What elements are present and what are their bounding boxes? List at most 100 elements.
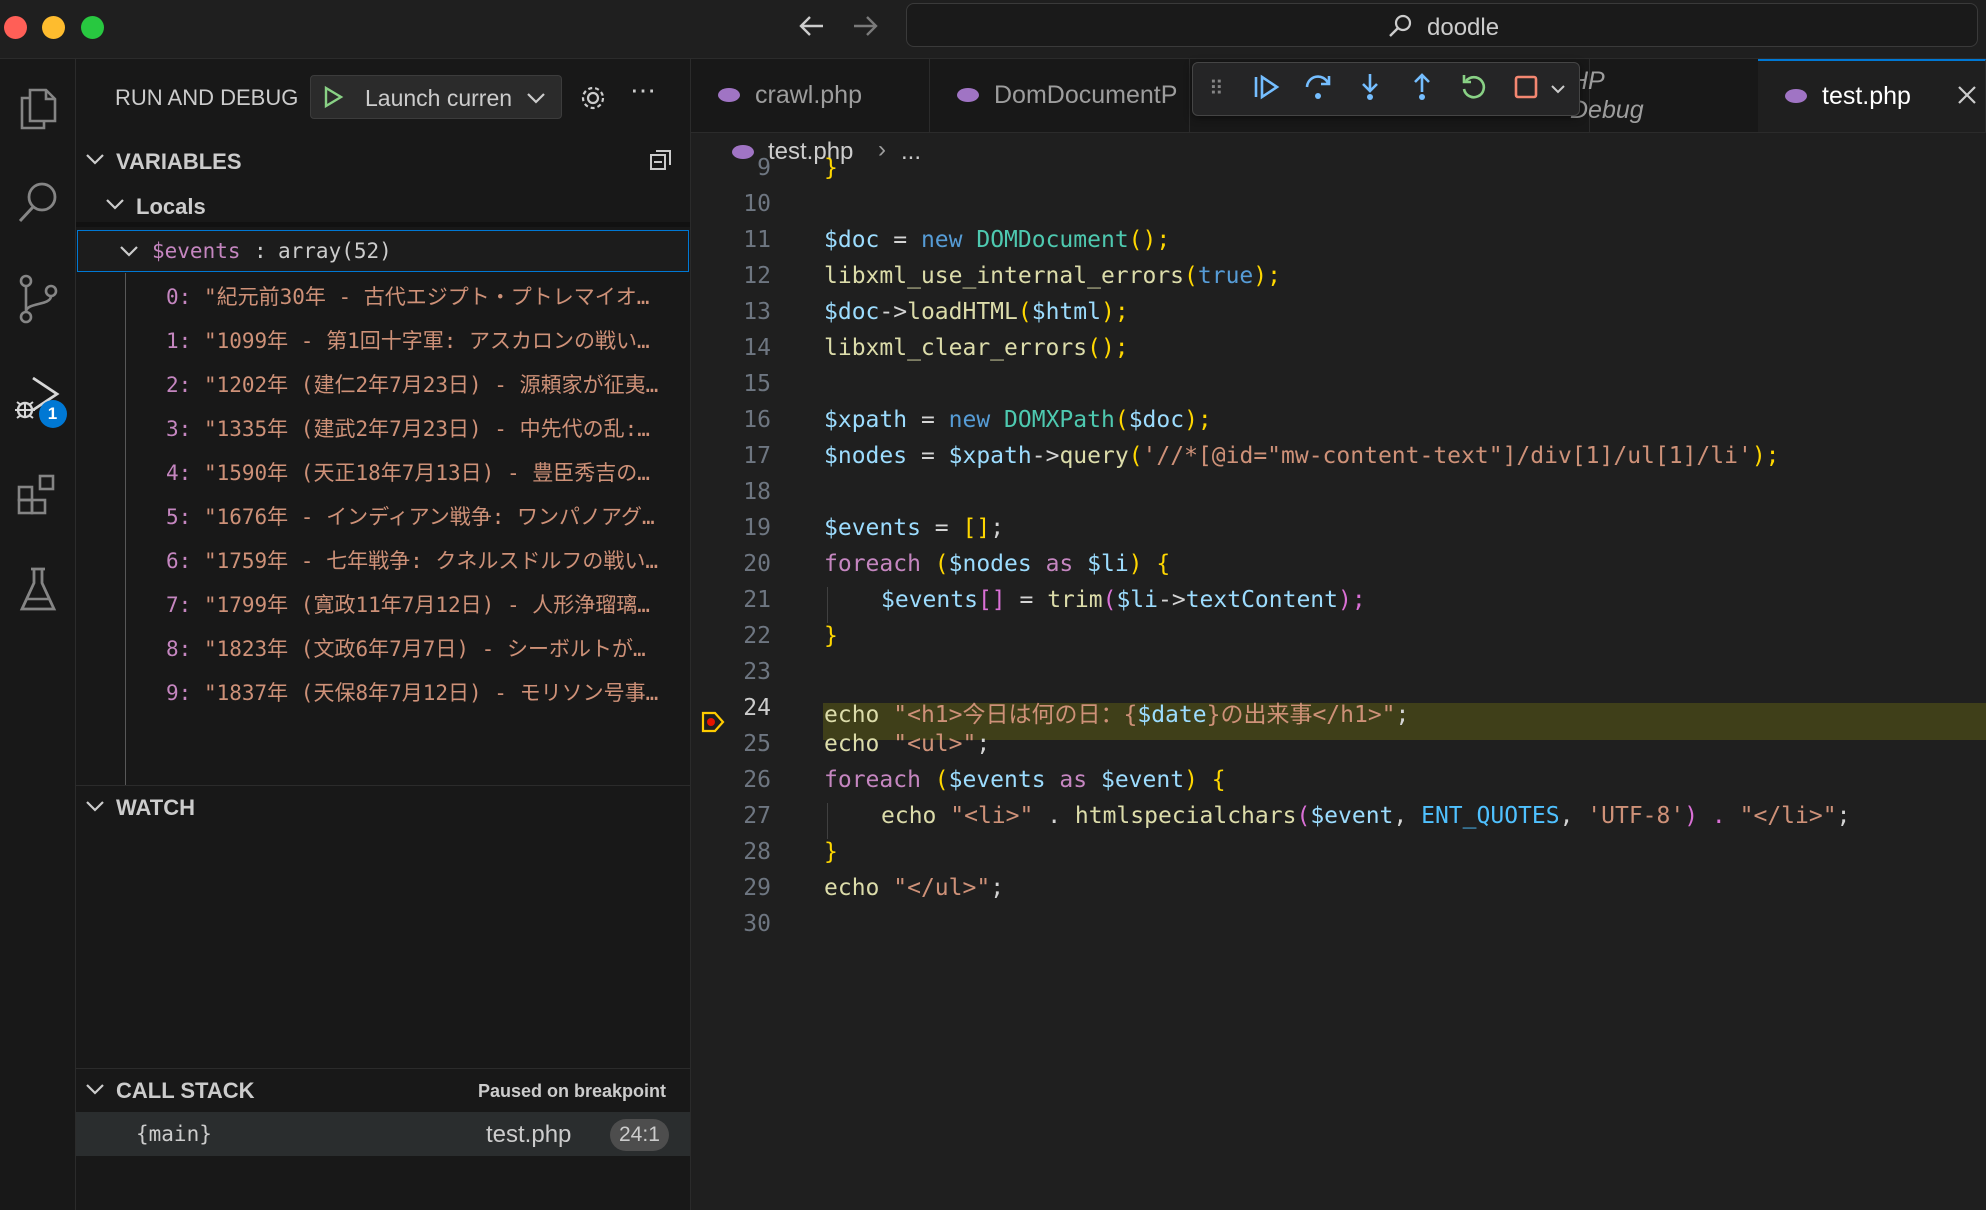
continue-button[interactable] [1249, 72, 1283, 106]
code-token: ; [990, 875, 1005, 901]
code-token: ( [1114, 407, 1129, 433]
variables-section-header[interactable]: VARIABLES [76, 143, 690, 179]
watch-section-header[interactable]: WATCH [76, 787, 690, 825]
line-number[interactable]: 27 [691, 803, 771, 829]
line-number[interactable]: 11 [691, 227, 771, 253]
line-number[interactable]: 26 [691, 767, 771, 793]
code-token: [] [962, 515, 991, 541]
breadcrumb-rest[interactable]: ... [901, 138, 921, 166]
step-into-icon [1355, 72, 1385, 107]
php-elephant-icon [717, 81, 755, 110]
code-token: new [920, 227, 963, 253]
collapse-all-icon[interactable] [648, 147, 674, 179]
step-into-button[interactable] [1353, 72, 1387, 106]
line-number[interactable]: 21 [691, 587, 771, 613]
array-item-index: 9: [166, 681, 204, 705]
code-token: DOMXPath [1004, 407, 1115, 433]
array-item-row[interactable]: 9: "1837年 (天保8年7月12日) - モリソン号事… [166, 677, 684, 707]
line-number[interactable]: 25 [691, 731, 771, 757]
code-token: echo [824, 875, 880, 901]
line-number[interactable]: 18 [691, 479, 771, 505]
minimize-window-button[interactable] [42, 16, 65, 39]
chevron-down-icon[interactable] [1549, 80, 1567, 103]
line-number[interactable]: 13 [691, 299, 771, 325]
forward-arrow-icon[interactable] [850, 12, 880, 45]
more-actions-icon[interactable]: ⋯ [630, 75, 656, 106]
line-number[interactable]: 29 [691, 875, 771, 901]
code-line: } [824, 839, 838, 865]
line-number[interactable]: 15 [691, 371, 771, 397]
frame-name: {main} [136, 1122, 212, 1146]
debug-status-label: Paused on breakpoint [477, 1081, 666, 1101]
array-item-index: 5: [166, 505, 204, 529]
code-line: } [824, 623, 838, 649]
close-icon[interactable] [1955, 83, 1979, 114]
array-item-row[interactable]: 3: "1335年 (建武2年7月23日) - 中先代の乱:… [166, 413, 684, 443]
code-token: ( [1017, 299, 1032, 325]
line-number[interactable]: 22 [691, 623, 771, 649]
code-line: foreach ($events as $event) { [824, 767, 1226, 793]
maximize-window-button[interactable] [81, 16, 104, 39]
step-out-button[interactable] [1405, 72, 1439, 106]
call-stack-section-header[interactable]: CALL STACK Paused on breakpoint [76, 1070, 690, 1108]
tab-domdocument[interactable]: DomDocumentP [930, 59, 1190, 132]
line-number[interactable]: 30 [691, 911, 771, 937]
chevron-down-icon [118, 240, 140, 267]
array-item-row[interactable]: 1: "1099年 - 第1回十字軍: アスカロンの戦い… [166, 325, 684, 355]
code-token: ( [1296, 803, 1311, 829]
array-item-row[interactable]: 4: "1590年 (天正18年7月13日) - 豊臣秀吉の… [166, 457, 684, 487]
line-number[interactable]: 17 [691, 443, 771, 469]
launch-config-dropdown[interactable]: Launch curren [310, 75, 562, 119]
line-number[interactable]: 9 [691, 155, 771, 181]
code-line: libxml_clear_errors(); [824, 335, 1129, 361]
code-token: -> [879, 299, 908, 325]
array-item-index: 3: [166, 417, 204, 441]
line-number[interactable]: 24 [691, 695, 771, 721]
code-token: "<h1>今日は何の日：{ [893, 702, 1138, 728]
run-debug-activity[interactable]: 1 [0, 365, 75, 435]
gear-icon[interactable] [578, 83, 608, 118]
call-stack-frame[interactable]: {main} test.php 24:1 [76, 1112, 690, 1156]
source-control-activity[interactable] [0, 266, 75, 336]
array-item-row[interactable]: 7: "1799年 (寛政11年7月12日) - 人形浄瑠璃… [166, 589, 684, 619]
close-window-button[interactable] [4, 16, 27, 39]
array-item-row[interactable]: 8: "1823年 (文政6年7月7日) - シーボルトが… [166, 633, 684, 663]
start-debugging-icon[interactable] [321, 85, 345, 114]
code-line: echo "<ul>"; [824, 731, 990, 757]
code-token: DOMDocument [976, 227, 1129, 253]
drag-handle-icon[interactable]: ⠿ [1209, 76, 1224, 101]
code-token: as [1045, 767, 1101, 793]
search-activity[interactable] [0, 169, 75, 239]
php-elephant-icon [956, 81, 994, 110]
line-number[interactable]: 20 [691, 551, 771, 577]
events-variable-row[interactable]: $events : array(52) [77, 230, 689, 272]
line-number[interactable]: 19 [691, 515, 771, 541]
array-item-row[interactable]: 0: "紀元前30年 - 古代エジプト・プトレマイオ… [166, 281, 684, 311]
stop-button[interactable] [1509, 72, 1543, 106]
locals-label: Locals [136, 194, 206, 219]
restart-button[interactable] [1457, 72, 1491, 106]
line-number[interactable]: 28 [691, 839, 771, 865]
code-token: ) { [1128, 551, 1171, 577]
line-number[interactable]: 16 [691, 407, 771, 433]
tab-test-php[interactable]: test.php [1758, 59, 1986, 132]
extensions-icon [14, 471, 62, 524]
locals-scope[interactable]: Locals [76, 187, 690, 223]
array-item-row[interactable]: 6: "1759年 - 七年戦争: クネルスドルフの戦い… [166, 545, 684, 575]
testing-activity[interactable] [0, 557, 75, 627]
array-item-row[interactable]: 2: "1202年 (建仁2年7月23日) - 源頼家が征夷… [166, 369, 684, 399]
line-number[interactable]: 14 [691, 335, 771, 361]
array-item-row[interactable]: 5: "1676年 - インディアン戦争: ワンパノアグ… [166, 501, 684, 531]
extensions-activity[interactable] [0, 462, 75, 532]
line-number[interactable]: 23 [691, 659, 771, 685]
step-over-button[interactable] [1301, 72, 1335, 106]
line-number[interactable]: 12 [691, 263, 771, 289]
back-arrow-icon[interactable] [797, 12, 827, 45]
explorer-activity[interactable] [0, 75, 75, 145]
array-item-index: 1: [166, 329, 204, 353]
command-center-search[interactable]: doodle [906, 3, 1978, 47]
breadcrumb-file[interactable]: test.php [768, 138, 853, 166]
line-number[interactable]: 10 [691, 191, 771, 217]
tab-crawl-php[interactable]: crawl.php [691, 59, 930, 132]
